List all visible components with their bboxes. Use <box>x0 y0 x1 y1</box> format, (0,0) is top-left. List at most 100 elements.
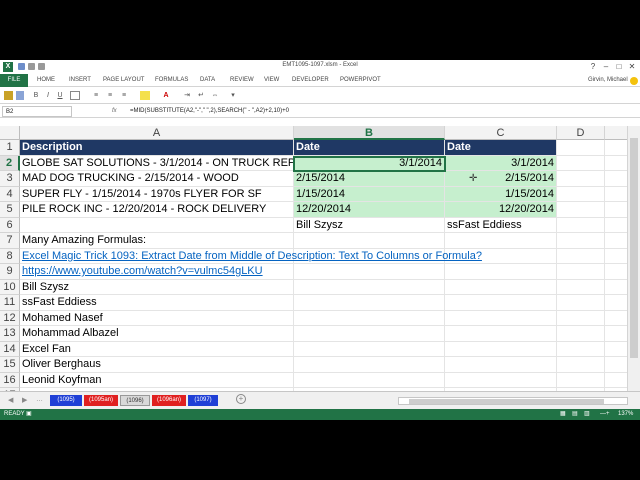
zoom-slider[interactable]: —+ <box>600 409 610 420</box>
cell-c3[interactable]: 2/15/2014 <box>445 171 556 186</box>
row-header-3[interactable]: 3 <box>0 171 20 187</box>
sheet-tab-1096an[interactable]: (1096an) <box>152 395 186 406</box>
column-header-a[interactable]: A <box>20 126 294 140</box>
cell-c5[interactable]: 12/20/2014 <box>445 202 556 217</box>
row-header-12[interactable]: 12 <box>0 310 20 326</box>
tab-home[interactable]: HOME <box>37 74 55 87</box>
row-header-7[interactable]: 7 <box>0 233 20 249</box>
view-pagebreak-icon[interactable]: ▥ <box>584 409 590 420</box>
cell-a7[interactable]: Many Amazing Formulas: <box>20 233 600 248</box>
row-header-13[interactable]: 13 <box>0 326 20 342</box>
cell-a10[interactable]: Bill Szysz <box>20 280 294 295</box>
view-normal-icon[interactable]: ▦ <box>560 409 566 420</box>
cell-a1[interactable]: Description <box>20 140 293 155</box>
cell-a4[interactable]: SUPER FLY - 1/15/2014 - 1970s FLYER FOR … <box>20 187 294 202</box>
cell-c6[interactable]: ssFast Eddiess <box>445 218 557 233</box>
row-header-2[interactable]: 2 <box>0 155 20 171</box>
wrap-icon[interactable]: ↵ <box>196 91 206 100</box>
user-name[interactable]: Girvin, Michael <box>588 74 628 87</box>
select-all-corner[interactable] <box>0 126 20 140</box>
vertical-scrollbar[interactable] <box>627 126 640 391</box>
paste-icon[interactable] <box>4 91 13 100</box>
horizontal-scrollbar[interactable] <box>398 397 628 405</box>
cell-a8[interactable]: Excel Magic Trick 1093: Extract Date fro… <box>20 249 600 264</box>
smiley-icon[interactable] <box>630 77 638 85</box>
cell-a16[interactable]: Leonid Koyfman <box>20 373 294 388</box>
horizontal-scroll-thumb[interactable] <box>409 399 604 404</box>
align-center-icon[interactable]: ≡ <box>104 91 116 100</box>
font-color-icon[interactable]: A <box>160 91 172 100</box>
cell-b3[interactable]: 2/15/2014 <box>294 171 444 186</box>
sheet-tab-1096[interactable]: (1096) <box>120 395 150 406</box>
row-header-11[interactable]: 11 <box>0 295 20 311</box>
more-sheets-icon[interactable]: … <box>36 396 43 403</box>
more-icon[interactable]: ▾ <box>228 91 238 100</box>
row-header-14[interactable]: 14 <box>0 341 20 357</box>
tab-file[interactable]: FILE <box>0 74 28 87</box>
align-left-icon[interactable]: ≡ <box>90 91 102 100</box>
column-header-c[interactable]: C <box>445 126 557 140</box>
vertical-scroll-thumb[interactable] <box>630 138 638 358</box>
minimize-button[interactable]: – <box>601 62 611 72</box>
cell-b4[interactable]: 1/15/2014 <box>294 186 444 201</box>
spreadsheet-grid[interactable]: A B C D 1 Description Date Date 2 GLOBE SAT S… <box>0 126 634 404</box>
sheet-tab-1095[interactable]: (1095) <box>50 395 82 406</box>
row-header-1[interactable]: 1 <box>0 140 20 156</box>
fill-color-icon[interactable] <box>140 91 150 100</box>
row-header-6[interactable]: 6 <box>0 217 20 233</box>
tab-developer[interactable]: DEVELOPER <box>292 74 329 87</box>
indent-icon[interactable]: ⇥ <box>182 91 192 100</box>
row-header-8[interactable]: 8 <box>0 248 20 264</box>
help-button[interactable]: ? <box>588 62 598 72</box>
prev-sheet-icon[interactable]: ◀ <box>8 396 13 404</box>
fx-icon[interactable]: fx <box>76 106 126 117</box>
macro-record-icon[interactable]: ▣ <box>26 409 32 420</box>
row-header-4[interactable]: 4 <box>0 186 20 202</box>
cell-c4[interactable]: 1/15/2014 <box>445 186 556 201</box>
cell-a13[interactable]: Mohammad Albazel <box>20 326 294 341</box>
zoom-level[interactable]: 137% <box>618 409 633 420</box>
underline-icon[interactable]: U <box>54 91 66 100</box>
tab-page-layout[interactable]: PAGE LAYOUT <box>103 74 144 87</box>
next-sheet-icon[interactable]: ▶ <box>22 396 27 404</box>
cell-b6[interactable]: Bill Szysz <box>294 218 445 233</box>
cell-a9[interactable]: https://www.youtube.com/watch?v=vulmc54g… <box>20 264 600 279</box>
add-sheet-icon[interactable]: + <box>236 394 246 404</box>
cell-a15[interactable]: Oliver Berghaus <box>20 357 294 372</box>
tab-formulas[interactable]: FORMULAS <box>155 74 188 87</box>
column-header-d[interactable]: D <box>557 126 605 140</box>
cell-b5[interactable]: 12/20/2014 <box>294 202 444 217</box>
cell-a3[interactable]: MAD DOG TRUCKING - 2/15/2014 - WOOD <box>20 171 294 186</box>
cell-a14[interactable]: Excel Fan <box>20 342 294 357</box>
cell-a2[interactable]: GLOBE SAT SOLUTIONS - 3/1/2014 - ON TRUC… <box>20 156 318 171</box>
tab-data[interactable]: DATA <box>200 74 215 87</box>
cell-a12[interactable]: Mohamed Nasef <box>20 311 294 326</box>
row-header-5[interactable]: 5 <box>0 202 20 218</box>
cell-b1[interactable]: Date <box>294 140 444 155</box>
maximize-button[interactable]: □ <box>614 62 624 72</box>
column-header-b[interactable]: B <box>294 126 445 140</box>
row-header-15[interactable]: 15 <box>0 357 20 373</box>
close-button[interactable]: ✕ <box>627 62 637 72</box>
cell-c1[interactable]: Date <box>445 140 556 155</box>
sheet-tab-1097[interactable]: (1097) <box>188 395 218 406</box>
tab-powerpivot[interactable]: POWERPIVOT <box>340 74 381 87</box>
tab-review[interactable]: REVIEW <box>230 74 254 87</box>
name-box[interactable]: B2 <box>2 106 72 117</box>
merge-icon[interactable]: ⇔ <box>210 91 220 100</box>
italic-icon[interactable]: I <box>42 91 54 100</box>
row-header-16[interactable]: 16 <box>0 372 20 388</box>
row-header-10[interactable]: 10 <box>0 279 20 295</box>
bold-icon[interactable]: B <box>30 91 42 100</box>
sheet-tab-1095an[interactable]: (1095an) <box>84 395 118 406</box>
column-header-e[interactable] <box>605 126 627 140</box>
border-icon[interactable] <box>70 91 80 100</box>
cell-a11[interactable]: ssFast Eddiess <box>20 295 294 310</box>
view-layout-icon[interactable]: ▤ <box>572 409 578 420</box>
copy-icon[interactable] <box>16 91 24 100</box>
align-right-icon[interactable]: ≡ <box>118 91 130 100</box>
cell-c2[interactable]: 3/1/2014 <box>445 155 556 170</box>
tab-insert[interactable]: INSERT <box>69 74 91 87</box>
formula-input[interactable]: =MID(SUBSTITUTE(A2,"-"," ",2),SEARCH(" -… <box>130 106 630 117</box>
row-header-9[interactable]: 9 <box>0 264 20 280</box>
